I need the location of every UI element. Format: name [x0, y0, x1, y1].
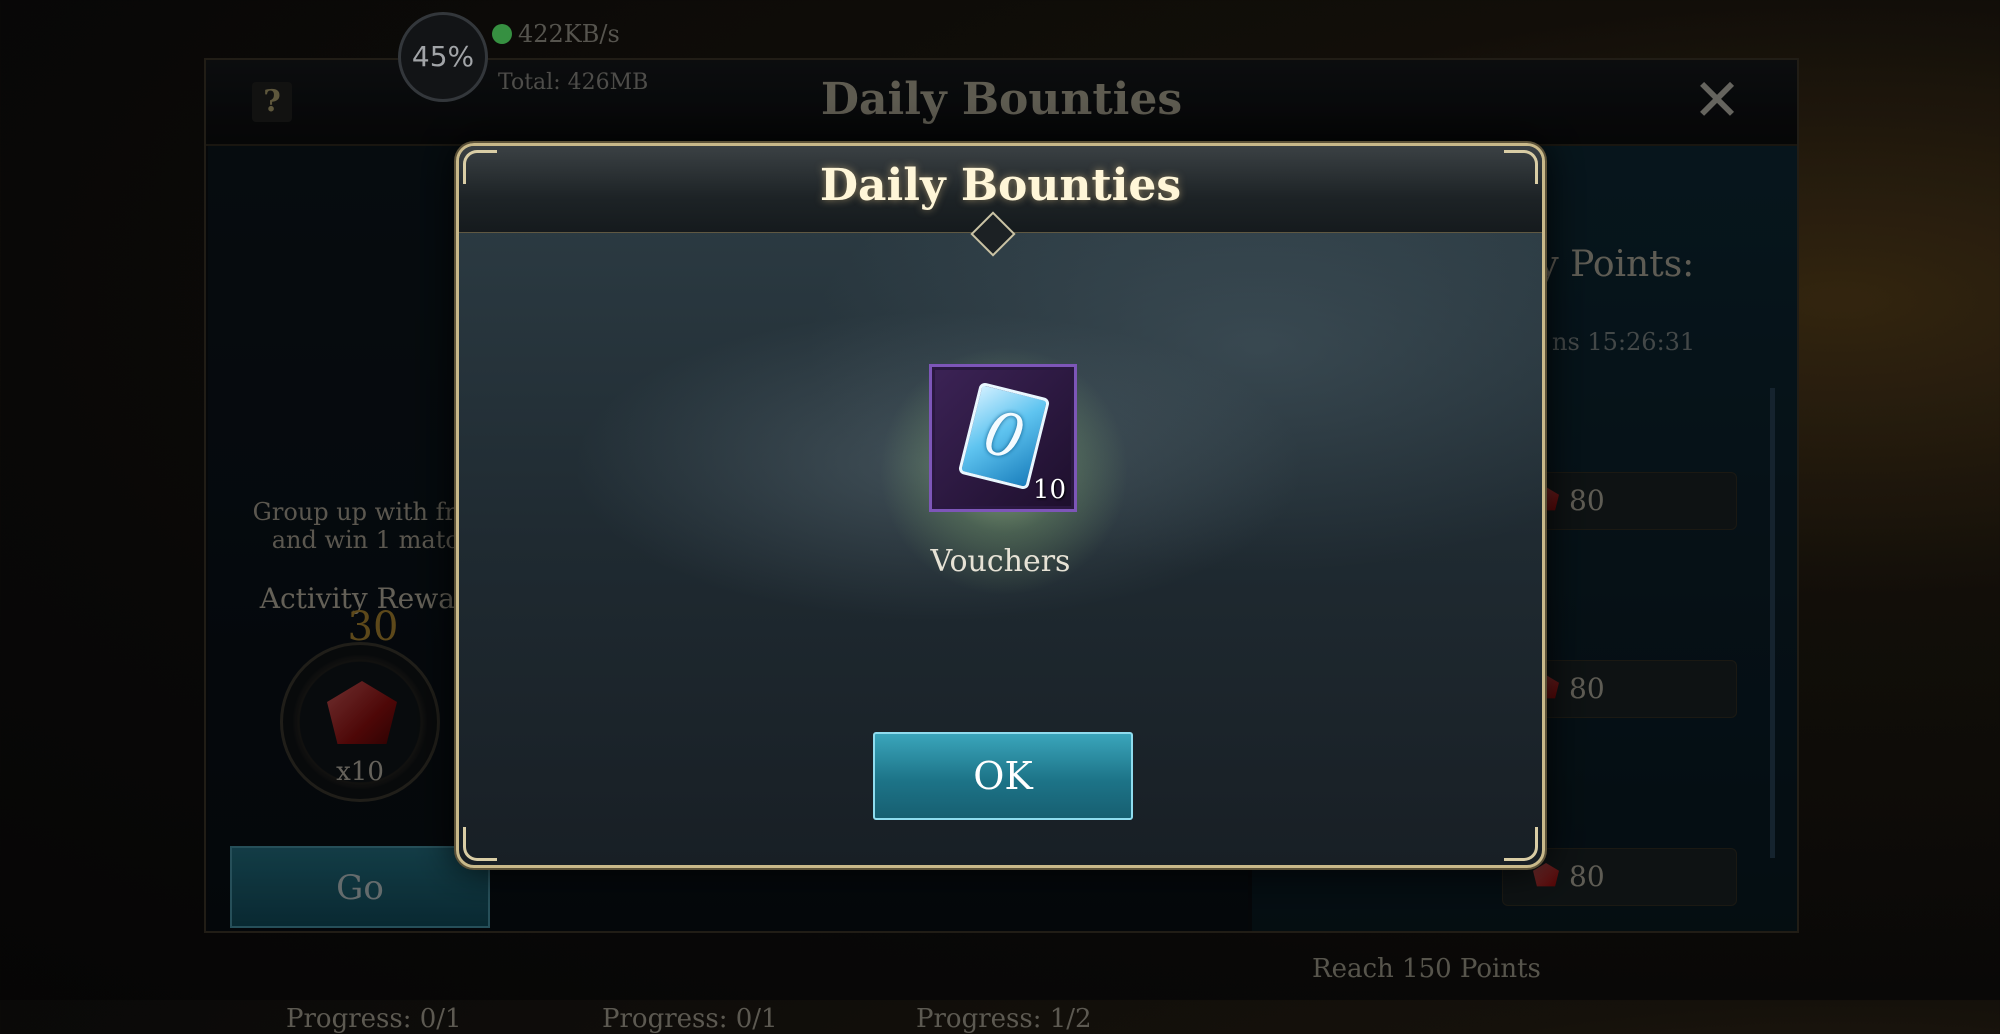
- corner-ornament-icon: [463, 827, 497, 861]
- reward-item-slot[interactable]: 0 10: [929, 364, 1077, 512]
- ok-button[interactable]: OK: [873, 732, 1133, 820]
- item-name: Vouchers: [930, 544, 1071, 579]
- corner-ornament-icon: [1504, 827, 1538, 861]
- bounty-progress-3: Progress: 1/2: [916, 1004, 1092, 1034]
- bounty-progress-2: Progress: 0/1: [602, 1004, 778, 1034]
- dialog-title: Daily Bounties: [819, 160, 1182, 211]
- bounty-progress-1: Progress: 0/1: [286, 1004, 462, 1034]
- reward-dialog: Daily Bounties 0 10 Vouchers OK: [456, 143, 1545, 868]
- corner-ornament-icon: [1504, 150, 1538, 184]
- item-count: 10: [1032, 475, 1066, 505]
- corner-ornament-icon: [463, 150, 497, 184]
